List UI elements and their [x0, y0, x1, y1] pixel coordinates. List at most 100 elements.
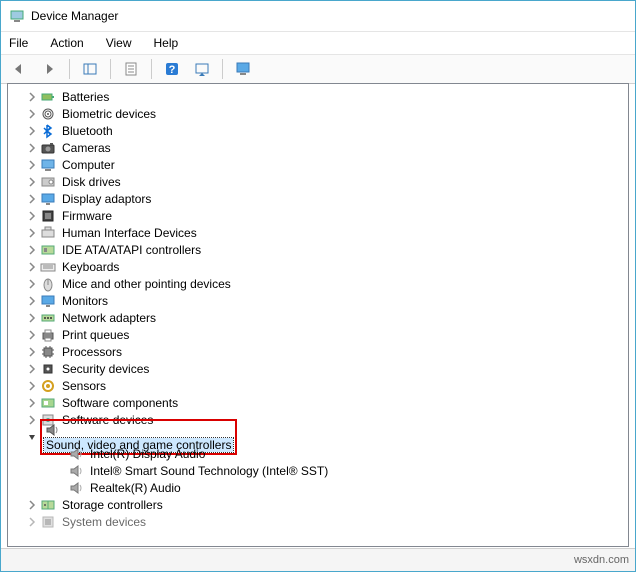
chevron-right-icon[interactable] [24, 514, 40, 530]
mouse-icon [40, 276, 56, 292]
category-fingerprint[interactable]: Biometric devices [8, 105, 628, 122]
chevron-right-icon[interactable] [24, 293, 40, 309]
menu-help[interactable]: Help [152, 34, 181, 52]
device-manager-window: Device Manager File Action View Help ? B… [0, 0, 636, 572]
chevron-right-icon[interactable] [24, 140, 40, 156]
category-monitor[interactable]: Monitors [8, 292, 628, 309]
chevron-right-icon[interactable] [24, 310, 40, 326]
svg-text:?: ? [169, 64, 176, 76]
menu-file[interactable]: File [7, 34, 30, 52]
category-swcomp[interactable]: Software components [8, 394, 628, 411]
chevron-right-icon[interactable] [24, 378, 40, 394]
chevron-right-icon[interactable] [24, 89, 40, 105]
forward-button[interactable] [37, 57, 61, 81]
category-sound[interactable]: Sound, video and game controllers [8, 428, 628, 445]
category-label: Display adaptors [60, 192, 153, 206]
hid-icon [40, 225, 56, 241]
sound-icon [44, 422, 60, 438]
chevron-right-icon[interactable] [24, 123, 40, 139]
category-label: Storage controllers [60, 498, 165, 512]
chevron-right-icon[interactable] [24, 242, 40, 258]
chevron-right-icon[interactable] [24, 327, 40, 343]
menu-view[interactable]: View [104, 34, 134, 52]
help-button[interactable]: ? [160, 57, 184, 81]
chevron-right-icon[interactable] [24, 157, 40, 173]
no-arrow [52, 480, 68, 496]
category-hid[interactable]: Human Interface Devices [8, 224, 628, 241]
chevron-right-icon[interactable] [24, 259, 40, 275]
chevron-right-icon[interactable] [24, 395, 40, 411]
show-hide-console-tree-button[interactable] [78, 57, 102, 81]
speaker-icon [68, 480, 84, 496]
tool-bar: ? [1, 55, 635, 84]
toolbar-separator [151, 59, 152, 79]
chevron-down-icon[interactable] [24, 429, 40, 445]
chevron-right-icon[interactable] [24, 174, 40, 190]
category-computer[interactable]: Computer [8, 156, 628, 173]
chevron-right-icon[interactable] [24, 191, 40, 207]
devices-monitor-button[interactable] [231, 57, 255, 81]
title-bar: Device Manager [1, 1, 635, 32]
no-arrow [52, 463, 68, 479]
category-storage[interactable]: Storage controllers [8, 496, 628, 513]
category-cpu[interactable]: Processors [8, 343, 628, 360]
app-icon [9, 8, 25, 24]
category-battery[interactable]: Batteries [8, 88, 628, 105]
toolbar-separator [69, 59, 70, 79]
system-icon [40, 514, 56, 530]
category-mouse[interactable]: Mice and other pointing devices [8, 275, 628, 292]
properties-button[interactable] [119, 57, 143, 81]
network-icon [40, 310, 56, 326]
device-speaker[interactable]: Realtek(R) Audio [8, 479, 628, 496]
category-label: Processors [60, 345, 124, 359]
scan-hardware-button[interactable] [190, 57, 214, 81]
display-icon [40, 191, 56, 207]
category-camera[interactable]: Cameras [8, 139, 628, 156]
chevron-right-icon[interactable] [24, 106, 40, 122]
category-label: Batteries [60, 90, 111, 104]
bluetooth-icon [40, 123, 56, 139]
menu-action[interactable]: Action [48, 34, 85, 52]
computer-icon [40, 157, 56, 173]
chevron-right-icon[interactable] [24, 497, 40, 513]
chevron-right-icon[interactable] [24, 361, 40, 377]
chevron-right-icon[interactable] [24, 208, 40, 224]
category-ide[interactable]: IDE ATA/ATAPI controllers [8, 241, 628, 258]
chevron-right-icon[interactable] [24, 344, 40, 360]
category-label: Biometric devices [60, 107, 158, 121]
category-label: Security devices [60, 362, 151, 376]
back-button[interactable] [7, 57, 31, 81]
device-label: Realtek(R) Audio [88, 481, 183, 495]
category-printer[interactable]: Print queues [8, 326, 628, 343]
no-arrow [52, 446, 68, 462]
device-tree-panel[interactable]: Batteries Biometric devices Bluetooth Camer… [7, 83, 629, 547]
status-bar: wsxdn.com [1, 548, 635, 571]
category-label: Monitors [60, 294, 110, 308]
category-system[interactable]: System devices [8, 513, 628, 530]
category-security[interactable]: Security devices [8, 360, 628, 377]
sensor-icon [40, 378, 56, 394]
device-speaker[interactable]: Intel® Smart Sound Technology (Intel® SS… [8, 462, 628, 479]
category-label: Human Interface Devices [60, 226, 199, 240]
category-sensor[interactable]: Sensors [8, 377, 628, 394]
category-firmware[interactable]: Firmware [8, 207, 628, 224]
battery-icon [40, 89, 56, 105]
category-label: Keyboards [60, 260, 121, 274]
category-bluetooth[interactable]: Bluetooth [8, 122, 628, 139]
category-label: Cameras [60, 141, 113, 155]
printer-icon [40, 327, 56, 343]
category-network[interactable]: Network adapters [8, 309, 628, 326]
ide-icon [40, 242, 56, 258]
category-label: Print queues [60, 328, 131, 342]
device-label: Intel® Smart Sound Technology (Intel® SS… [88, 464, 330, 478]
category-disk[interactable]: Disk drives [8, 173, 628, 190]
speaker-icon [68, 446, 84, 462]
chevron-right-icon[interactable] [24, 412, 40, 428]
category-label: Bluetooth [60, 124, 115, 138]
chevron-right-icon[interactable] [24, 276, 40, 292]
category-label: Firmware [60, 209, 114, 223]
category-keyboard[interactable]: Keyboards [8, 258, 628, 275]
category-display[interactable]: Display adaptors [8, 190, 628, 207]
device-speaker[interactable]: Intel(R) Display Audio [8, 445, 628, 462]
chevron-right-icon[interactable] [24, 225, 40, 241]
